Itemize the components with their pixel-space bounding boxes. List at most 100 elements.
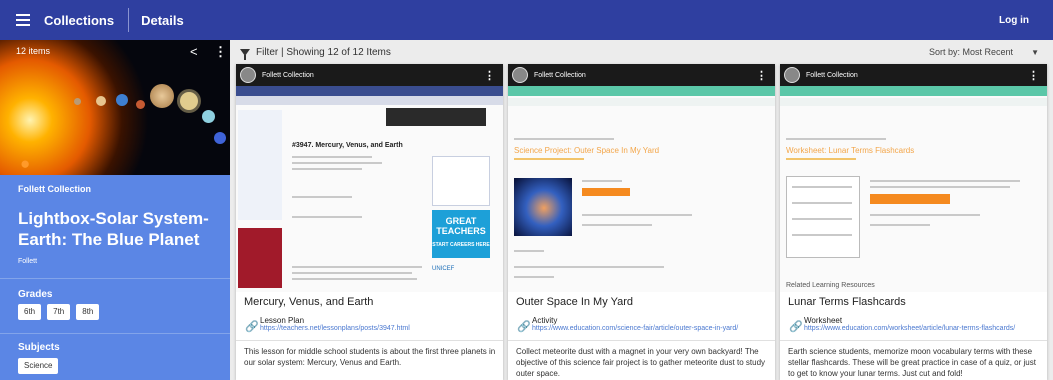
sidebar-divider xyxy=(0,278,230,279)
preview-nav xyxy=(508,86,775,96)
link-icon: 🔗 xyxy=(517,321,531,333)
preview-text xyxy=(514,276,554,278)
filter-status[interactable]: Filter | Showing 12 of 12 Items xyxy=(256,47,391,58)
grade-chip[interactable]: 7th xyxy=(47,304,71,320)
grade-chip[interactable]: 8th xyxy=(76,304,100,320)
item-count: 12 items xyxy=(16,46,51,56)
avatar xyxy=(784,67,800,83)
more-options-icon[interactable]: ⋮ xyxy=(1028,69,1039,82)
share-icon[interactable]: < xyxy=(190,44,198,59)
avatar xyxy=(240,67,256,83)
ad-subheading: START CAREERS HERE xyxy=(432,242,490,248)
preview-text xyxy=(292,156,372,158)
resource-card[interactable]: Follett Collection ⋮ Science Project: Ou… xyxy=(508,64,775,380)
solar-system-image: 12 items < ⋮ ● xyxy=(0,40,230,175)
ad-heading: GREAT TEACHERS xyxy=(436,216,486,236)
preview-text xyxy=(870,180,1020,182)
menu-icon[interactable] xyxy=(16,14,30,26)
grade-chip[interactable]: 6th xyxy=(18,304,42,320)
preview-nav xyxy=(780,86,1047,96)
preview-ad xyxy=(238,228,282,288)
grades-heading: Grades xyxy=(18,289,53,300)
follett-logo-icon: ● xyxy=(20,154,31,173)
preview-text xyxy=(292,278,417,280)
card-divider xyxy=(508,340,775,341)
sidebar-divider xyxy=(0,333,230,334)
preview-rating xyxy=(514,158,584,160)
preview-heading: Science Project: Outer Space In My Yard xyxy=(514,146,660,155)
card-title[interactable]: Mercury, Venus, and Earth xyxy=(244,296,373,308)
preview-download-button xyxy=(582,188,630,196)
preview-text xyxy=(292,266,422,268)
preview-text xyxy=(792,218,852,220)
preview-text xyxy=(292,168,362,170)
preview-text xyxy=(582,214,692,216)
resource-card[interactable]: Follett Collection ⋮ Worksheet: Lunar Te… xyxy=(780,64,1047,380)
card-title[interactable]: Lunar Terms Flashcards xyxy=(788,296,906,308)
link-icon: 🔗 xyxy=(245,321,259,333)
preview-unicef: UNICEF xyxy=(432,266,455,272)
card-header: Follett Collection ⋮ xyxy=(780,64,1047,86)
card-publisher: Follett Collection xyxy=(534,71,586,79)
preview-subnav xyxy=(780,98,1047,106)
resource-type: Activity xyxy=(532,316,558,325)
details-link[interactable]: Details xyxy=(141,13,184,28)
topbar-divider xyxy=(128,8,130,32)
resource-preview: Worksheet: Lunar Terms Flashcards Relate… xyxy=(780,86,1047,292)
subject-chip[interactable]: Science xyxy=(18,358,59,374)
preview-subnav xyxy=(236,96,503,105)
planet-image xyxy=(116,94,128,106)
resource-url[interactable]: https://teachers.net/lessonplans/posts/3… xyxy=(260,325,410,332)
card-title[interactable]: Outer Space In My Yard xyxy=(516,296,633,308)
preview-text xyxy=(792,234,852,236)
collections-link[interactable]: Collections xyxy=(44,13,114,28)
resource-preview: Science Project: Outer Space In My Yard xyxy=(508,86,775,292)
card-description: Collect meteorite dust with a magnet in … xyxy=(516,347,766,378)
planet-image xyxy=(202,110,215,123)
card-divider xyxy=(780,340,1047,341)
preview-meteor-image xyxy=(514,178,572,236)
card-header: Follett Collection ⋮ xyxy=(236,64,503,86)
preview-text xyxy=(792,202,852,204)
sort-select[interactable]: Sort by: Most Recent xyxy=(929,47,1013,57)
preview-text xyxy=(292,272,412,274)
preview-nav xyxy=(236,86,503,96)
resource-card[interactable]: Follett Collection ⋮ #3947. Mercury, Ven… xyxy=(236,64,503,380)
preview-text xyxy=(870,186,1010,188)
subjects-heading: Subjects xyxy=(18,342,60,353)
collection-sidebar: 12 items < ⋮ ● Follett Collection Lightb… xyxy=(0,40,230,380)
author-label: Follett xyxy=(18,258,38,265)
login-button[interactable]: Log in xyxy=(999,15,1029,26)
resource-type: Worksheet xyxy=(804,316,843,325)
resource-url[interactable]: https://www.education.com/science-fair/a… xyxy=(532,325,738,332)
chevron-down-icon[interactable]: ▼ xyxy=(1031,48,1039,57)
planet-image xyxy=(150,84,174,108)
more-options-icon[interactable]: ⋮ xyxy=(756,69,767,82)
filter-icon[interactable] xyxy=(240,48,250,60)
preview-text xyxy=(292,216,362,218)
resource-url[interactable]: https://www.education.com/worksheet/arti… xyxy=(804,325,1015,332)
preview-text xyxy=(870,224,930,226)
more-options-icon[interactable]: ⋮ xyxy=(214,44,227,60)
preview-teachers-ad: GREAT TEACHERS START CAREERS HERE xyxy=(432,210,490,258)
resource-preview: #3947. Mercury, Venus, and Earth GREAT T… xyxy=(236,86,503,292)
preview-text xyxy=(792,186,852,188)
card-divider xyxy=(236,340,503,341)
preview-side-menu xyxy=(238,110,282,220)
preview-text xyxy=(292,196,352,198)
preview-text xyxy=(514,266,664,268)
preview-rating xyxy=(786,158,856,160)
resource-type: Lesson Plan xyxy=(260,316,305,325)
top-app-bar: Collections Details Log in xyxy=(0,0,1053,40)
subjects-chips: Science xyxy=(18,358,59,374)
card-header: Follett Collection ⋮ xyxy=(508,64,775,86)
grades-chips: 6th 7th 8th xyxy=(18,304,100,320)
preview-flashcards-image xyxy=(786,176,860,258)
planet-image xyxy=(136,100,145,109)
filter-bar: Filter | Showing 12 of 12 Items Sort by:… xyxy=(230,40,1053,64)
card-publisher: Follett Collection xyxy=(262,71,314,79)
more-options-icon[interactable]: ⋮ xyxy=(484,69,495,82)
planet-image xyxy=(96,96,106,106)
preview-related-heading: Related Learning Resources xyxy=(786,282,875,289)
preview-subnav xyxy=(508,98,775,106)
